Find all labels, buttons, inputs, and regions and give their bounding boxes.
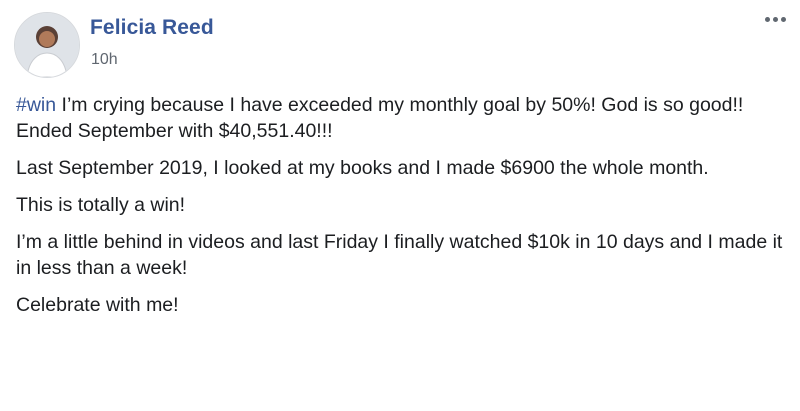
post-paragraph: This is totally a win! [16,194,186,216]
post-text: I’m crying because I have exceeded my mo… [56,94,744,116]
post-paragraph: Ended September with $40,551.40!!! [16,120,333,142]
post-paragraph: I’m a little behind in videos and last F… [16,231,783,279]
author-name[interactable]: Felicia Reed [90,16,214,40]
post-timestamp[interactable]: 10h [91,51,118,69]
post-body: #win I’m crying because I have exceeded … [16,92,786,329]
more-dot [765,16,770,22]
more-dot [773,16,778,22]
more-options-icon[interactable] [765,8,786,30]
post-paragraph: Celebrate with me! [16,294,179,316]
hashtag-link[interactable]: #win [16,94,56,116]
post-paragraph: Last September 2019, I looked at my book… [16,157,709,179]
avatar[interactable] [14,12,80,78]
post-paragraph: #win I’m crying because I have exceeded … [16,92,786,118]
more-dot [781,16,786,22]
post-card: Felicia Reed 10h #win I’m crying because… [0,0,800,411]
user-avatar-icon [15,13,79,77]
